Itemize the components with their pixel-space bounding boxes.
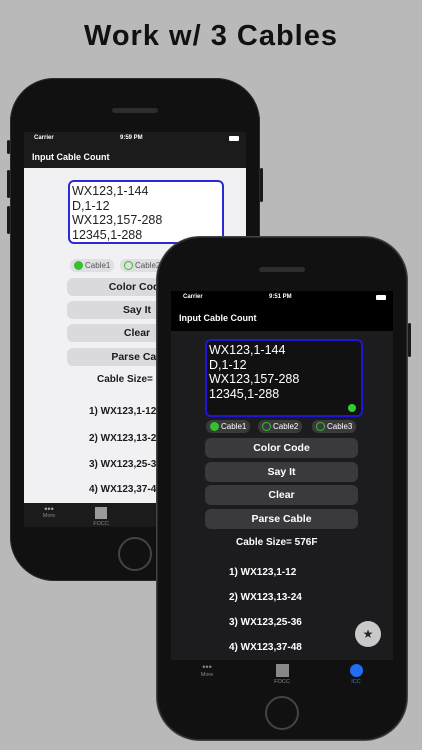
list-item: 2) WX123,13-2 — [89, 433, 157, 444]
radio-cable1[interactable]: Cable1 — [70, 259, 115, 272]
cable-size-label: Cable Size= — [97, 374, 153, 385]
list-item: 4) WX123,37-4 — [89, 484, 157, 495]
list-item: 4) WX123,37-48 — [229, 642, 302, 653]
status-bar: Carrier 9:51 PM — [171, 291, 393, 305]
front-screen: Carrier 9:51 PM Input Cable Count WX123,… — [171, 291, 393, 686]
list-item: 2) WX123,13-24 — [229, 592, 302, 603]
clock: 9:59 PM — [120, 135, 143, 141]
carrier-label: Carrier — [183, 294, 203, 300]
radio-cable1[interactable]: Cable1 — [206, 420, 251, 433]
front-phone: Carrier 9:51 PM Input Cable Count WX123,… — [156, 236, 411, 741]
icc-icon — [349, 664, 363, 677]
speaker — [112, 108, 158, 113]
radio-on-icon — [210, 422, 219, 431]
color-code-button[interactable]: Color Code — [205, 438, 358, 458]
nav-title: Input Cable Count — [24, 146, 246, 168]
radio-on-icon — [74, 261, 83, 270]
nav-title: Input Cable Count — [171, 305, 393, 331]
speaker — [259, 267, 305, 272]
focc-icon — [275, 664, 289, 677]
list-item: 3) WX123,25-36 — [229, 617, 302, 628]
more-icon: ••• — [44, 504, 54, 514]
status-bar: Carrier 9:59 PM — [24, 132, 246, 146]
carrier-label: Carrier — [34, 135, 54, 141]
list-item: 3) WX123,25-3 — [89, 459, 157, 470]
list-item: 1) WX123,1-12 — [89, 406, 157, 417]
tab-more[interactable]: ••• More — [24, 503, 74, 520]
volume-down-button — [7, 206, 10, 234]
clear-button[interactable]: Clear — [205, 485, 358, 505]
radio-off-icon — [262, 422, 271, 431]
home-button[interactable] — [265, 696, 299, 730]
star-icon: ★ — [362, 627, 374, 641]
power-button — [260, 168, 263, 202]
say-it-button[interactable]: Say It — [205, 462, 358, 482]
list-item: 1) WX123,1-12 — [229, 567, 297, 578]
cable-input[interactable]: WX123,1-144 D,1-12 WX123,157-288 12345,1… — [68, 180, 224, 244]
radio-off-icon — [316, 422, 325, 431]
tab-icc[interactable]: ICC — [331, 660, 381, 685]
parse-cable-button[interactable]: Parse Cable — [205, 509, 358, 529]
star-button[interactable]: ★ — [355, 621, 381, 647]
focc-icon — [95, 507, 107, 519]
more-icon: ••• — [202, 662, 212, 672]
battery-icon — [376, 295, 386, 300]
headline: Work w/ 3 Cables — [84, 20, 338, 52]
tab-focc[interactable]: FOCC — [76, 503, 126, 527]
radio-off-icon — [124, 261, 133, 270]
cable-input[interactable]: WX123,1-144 D,1-12 WX123,157-288 12345,1… — [205, 339, 363, 417]
tab-focc[interactable]: FOCC — [257, 660, 307, 685]
radio-cable2[interactable]: Cable2 — [258, 420, 303, 433]
battery-icon — [229, 136, 239, 141]
mute-switch — [7, 140, 10, 154]
radio-cable3[interactable]: Cable3 — [312, 420, 357, 433]
cable-size-label: Cable Size= 576F — [236, 537, 318, 548]
tab-bar: ••• More FOCC ICC — [171, 660, 393, 686]
volume-up-button — [7, 170, 10, 198]
clock: 9:51 PM — [269, 294, 292, 300]
power-button — [408, 323, 411, 357]
tab-more[interactable]: ••• More — [182, 660, 232, 679]
home-button[interactable] — [118, 537, 152, 571]
status-dot-icon — [348, 404, 356, 412]
